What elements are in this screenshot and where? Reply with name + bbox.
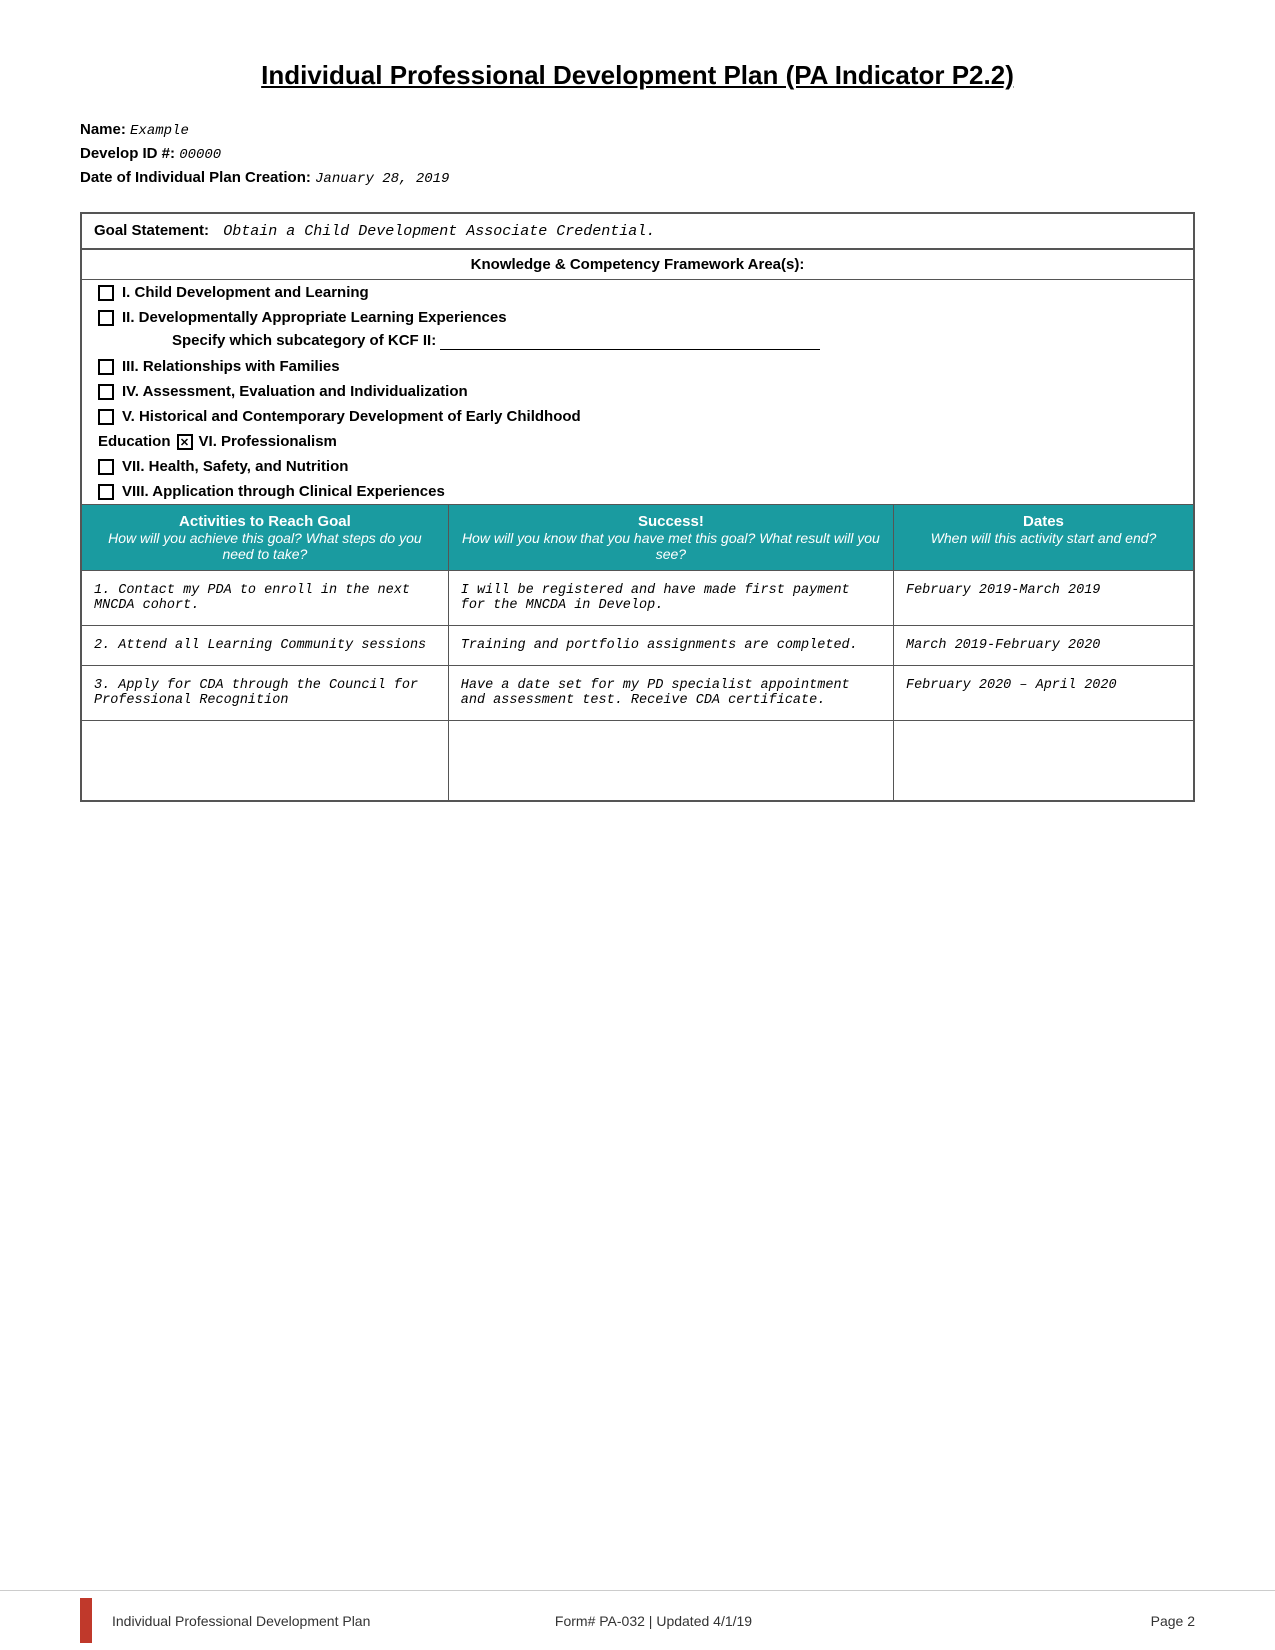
activities-subtitle: How will you achieve this goal? What ste… [94,530,436,562]
success-cell-3: Have a date set for my PD specialist app… [448,666,893,721]
dates-cell-3: February 2020 – April 2020 [893,666,1194,721]
success-cell-4 [448,721,893,801]
develop-id-value: 00000 [179,147,221,163]
page-container: Individual Professional Development Plan… [0,0,1275,1650]
kcf-item-II-cell: II. Developmentally Appropriate Learning… [81,305,1194,330]
goal-value: Obtain a Child Development Associate Cre… [223,223,655,240]
main-table: Goal Statement: Obtain a Child Developme… [80,212,1195,802]
dates-cell-1: February 2019-March 2019 [893,571,1194,626]
name-label: Name: [80,121,126,138]
checkbox-I[interactable] [98,285,114,301]
kcf-item-IV-cell: IV. Assessment, Evaluation and Individua… [81,379,1194,404]
kcf-subcategory-row: Specify which subcategory of KCF II: [81,330,1194,354]
meta-develop-row: Develop ID #: 00000 [80,145,1195,163]
kcf-item-VII-cell: VII. Health, Safety, and Nutrition [81,454,1194,479]
kcf-item-V-cell: V. Historical and Contemporary Developme… [81,404,1194,429]
checkbox-VII[interactable] [98,459,114,475]
table-row: 3. Apply for CDA through the Council for… [81,666,1194,721]
activity-cell-4 [81,721,448,801]
kcf-IV-label: IV. Assessment, Evaluation and Individua… [122,383,468,400]
meta-date-row: Date of Individual Plan Creation: Januar… [80,169,1195,187]
activities-header-cell: Activities to Reach Goal How will you ac… [81,505,448,571]
kcf-item-III: III. Relationships with Families [81,354,1194,379]
goal-label: Goal Statement: [94,222,219,239]
activity-cell-1: 1. Contact my PDA to enroll in the next … [81,571,448,626]
table-row: 2. Attend all Learning Community session… [81,626,1194,666]
table-row: 1. Contact my PDA to enroll in the next … [81,571,1194,626]
success-cell-1: I will be registered and have made first… [448,571,893,626]
footer-right-text: Page 2 [834,1613,1195,1629]
success-cell-2: Training and portfolio assignments are c… [448,626,893,666]
activities-header-row: Activities to Reach Goal How will you ac… [81,505,1194,571]
kcf-item-VI-cell: Education VI. Professionalism [81,429,1194,454]
footer-accent-bar [80,1598,92,1643]
kcf-item-VI: Education VI. Professionalism [81,429,1194,454]
checkbox-VIII[interactable] [98,484,114,500]
develop-id-label: Develop ID #: [80,145,175,162]
kcf-item-VIII: VIII. Application through Clinical Exper… [81,479,1194,505]
checkbox-V[interactable] [98,409,114,425]
checkbox-III[interactable] [98,359,114,375]
date-label: Date of Individual Plan Creation: [80,169,311,186]
success-header-cell: Success! How will you know that you have… [448,505,893,571]
activity-cell-2: 2. Attend all Learning Community session… [81,626,448,666]
checkbox-IV[interactable] [98,384,114,400]
meta-section: Name: Example Develop ID #: 00000 Date o… [80,121,1195,187]
kcf-item-VIII-cell: VIII. Application through Clinical Exper… [81,479,1194,505]
dates-header-cell: Dates When will this activity start and … [893,505,1194,571]
name-value: Example [130,123,189,139]
kcf-item-I: I. Child Development and Learning [81,280,1194,306]
footer-left-text: Individual Professional Development Plan [112,1613,473,1629]
kcf-subcategory-cell: Specify which subcategory of KCF II: [81,330,1194,354]
checkbox-II[interactable] [98,310,114,326]
date-value: January 28, 2019 [315,171,449,187]
dates-cell-2: March 2019-February 2020 [893,626,1194,666]
kcf-item-II: II. Developmentally Appropriate Learning… [81,305,1194,330]
success-subtitle: How will you know that you have met this… [461,530,881,562]
kcf-VIII-label: VIII. Application through Clinical Exper… [122,483,445,500]
kcf-item-I-cell: I. Child Development and Learning [81,280,1194,306]
checkbox-VI[interactable] [177,434,193,450]
kcf-item-V: V. Historical and Contemporary Developme… [81,404,1194,429]
kcf-header-cell: Knowledge & Competency Framework Area(s)… [81,249,1194,280]
table-row-empty [81,721,1194,801]
activity-cell-3: 3. Apply for CDA through the Council for… [81,666,448,721]
kcf-item-VII: VII. Health, Safety, and Nutrition [81,454,1194,479]
goal-cell: Goal Statement: Obtain a Child Developme… [81,213,1194,249]
kcf-subcategory-label: Specify which subcategory of KCF II: [172,332,820,349]
footer: Individual Professional Development Plan… [0,1590,1275,1650]
dates-cell-4 [893,721,1194,801]
meta-name-row: Name: Example [80,121,1195,139]
kcf-VII-label: VII. Health, Safety, and Nutrition [122,458,348,475]
kcf-item-IV: IV. Assessment, Evaluation and Individua… [81,379,1194,404]
activities-title: Activities to Reach Goal [94,513,436,530]
success-title: Success! [461,513,881,530]
goal-row: Goal Statement: Obtain a Child Developme… [81,213,1194,249]
kcf-III-label: III. Relationships with Families [122,358,340,375]
kcf-item-III-cell: III. Relationships with Families [81,354,1194,379]
dates-subtitle: When will this activity start and end? [906,530,1181,546]
kcf-header-row: Knowledge & Competency Framework Area(s)… [81,249,1194,280]
kcf-I-label: I. Child Development and Learning [122,284,369,301]
kcf-VI-label: VI. Professionalism [199,433,337,450]
kcf-V-label: V. Historical and Contemporary Developme… [122,408,581,425]
dates-title: Dates [906,513,1181,530]
kcf-II-label: II. Developmentally Appropriate Learning… [122,309,507,326]
education-prefix: Education [98,433,171,450]
footer-center-text: Form# PA-032 | Updated 4/1/19 [473,1613,834,1629]
page-title: Individual Professional Development Plan… [80,60,1195,91]
